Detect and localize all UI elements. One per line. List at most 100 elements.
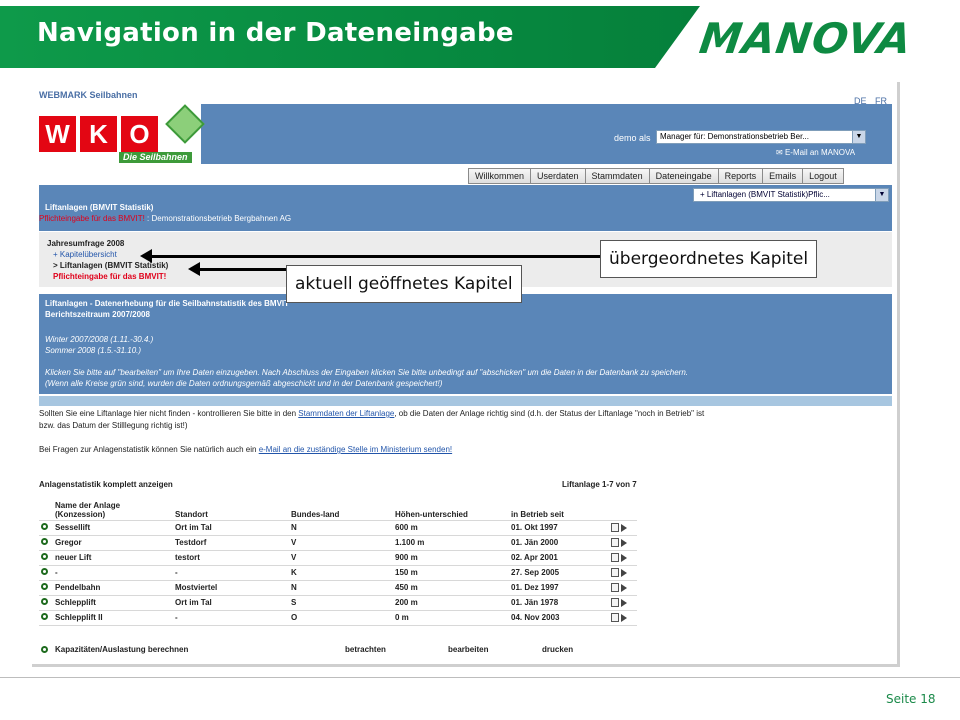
table-cell: N [289, 520, 393, 536]
email-manova-link[interactable]: ✉ E-Mail an MANOVA [776, 148, 855, 157]
email-link-label: E-Mail an MANOVA [784, 148, 856, 157]
status-dot-icon [39, 610, 53, 626]
print-link[interactable]: drucken [542, 645, 573, 654]
table-row[interactable]: Sessellift Ort im Tal N 600 m 01. Okt 1997 [39, 520, 637, 536]
table-cell: 01. Jän 2000 [509, 535, 609, 551]
document-icon[interactable] [611, 523, 619, 533]
play-icon[interactable] [621, 538, 627, 547]
capacity-row: Kapazitäten/Auslastung berechnen betrach… [39, 644, 637, 658]
col-betrieb: in Betrieb seit [509, 494, 609, 521]
document-icon[interactable] [611, 538, 619, 548]
view-link[interactable]: betrachten [345, 645, 386, 654]
mail-icon: ✉ [776, 148, 785, 157]
tab-stammdaten[interactable]: Stammdaten [584, 168, 650, 184]
arrow-left-icon [140, 249, 152, 263]
table-body: Sessellift Ort im Tal N 600 m 01. Okt 1997 Gr… [39, 520, 637, 626]
col-hoehe: Höhen-unterschied [393, 494, 509, 521]
status-dot-icon [39, 580, 53, 596]
document-icon[interactable] [611, 568, 619, 578]
company-name: : Demonstrationsbetrieb Bergbahnen AG [144, 214, 292, 223]
chevron-down-icon: ▼ [852, 131, 865, 143]
table-row[interactable]: Pendelbahn Mostviertel N 450 m 01. Dez 1997 [39, 580, 637, 596]
play-icon[interactable] [621, 583, 627, 592]
demo-select-value: Manager für: Demonstrationsbetrieb Ber..… [660, 132, 809, 141]
table-cell: V [289, 535, 393, 551]
table-row[interactable]: - - K 150 m 27. Sep 2005 [39, 565, 637, 581]
contact-paragraph: Bei Fragen zur Anlagenstatistik können S… [39, 445, 452, 454]
table-cell: Gregor [53, 535, 173, 551]
required-input-note: Pflichteingabe für das BMVIT! [53, 272, 167, 281]
table-cell: Schlepplift [53, 595, 173, 611]
edit-link[interactable]: bearbeiten [448, 645, 488, 654]
current-chapter-callout: aktuell geöffnetes Kapitel [286, 265, 522, 303]
wko-letter-o: O [121, 116, 158, 152]
table-cell: 01. Jän 1978 [509, 595, 609, 611]
pflicht-line: Pflichteingabe für das BMVIT! : Demonstr… [39, 214, 291, 223]
table-cell: 02. Apr 2001 [509, 550, 609, 566]
app-header: W K O Die Seilbahnen demo als Manager fü… [39, 104, 892, 164]
row-actions [609, 580, 637, 596]
status-dot-icon [39, 565, 53, 581]
table-cell: 200 m [393, 595, 509, 611]
col-name: Name der Anlage (Konzession) [53, 494, 173, 521]
app-screenshot: WEBMARK Seilbahnen DE FR W K O Die Seilb… [32, 82, 900, 667]
show-all-stats-link[interactable]: Anlagenstatistik komplett anzeigen [39, 480, 173, 489]
status-dot-icon [39, 595, 53, 611]
table-cell: Ort im Tal [173, 520, 289, 536]
row-actions [609, 535, 637, 551]
tab-emails[interactable]: Emails [762, 168, 804, 184]
chapter-overview-link[interactable]: + Kapitelübersicht [53, 250, 117, 259]
capacity-label: Kapazitäten/Auslastung berechnen [55, 645, 189, 654]
table-row[interactable]: Schlepplift II - O 0 m 04. Nov 2003 [39, 610, 637, 626]
pflicht-warning: Pflichteingabe für das BMVIT! [39, 214, 145, 223]
table-cell: - [53, 565, 173, 581]
table-cell: 900 m [393, 550, 509, 566]
document-icon[interactable] [611, 598, 619, 608]
main-nav: Willkommen Userdaten Stammdaten Datenein… [468, 168, 844, 184]
table-cell: Ort im Tal [173, 595, 289, 611]
brand-logo: MANOVA [696, 14, 916, 63]
table-row[interactable]: Gregor Testdorf V 1.100 m 01. Jän 2000 [39, 535, 637, 551]
slide-header: Navigation in der Dateneingabe MANOVA [0, 0, 960, 70]
play-icon[interactable] [621, 568, 627, 577]
document-icon[interactable] [611, 583, 619, 593]
winter-period: Winter 2007/2008 (1.11.-30.4.) [45, 335, 154, 344]
hint-paragraph-2: bzw. das Datum der Stilllegung richtig i… [39, 421, 188, 430]
play-icon[interactable] [621, 598, 627, 607]
row-actions [609, 550, 637, 566]
info-subtitle: Berichtszeitraum 2007/2008 [45, 310, 150, 319]
document-icon[interactable] [611, 553, 619, 563]
tab-userdaten[interactable]: Userdaten [530, 168, 586, 184]
wko-letter-k: K [80, 116, 117, 152]
play-icon[interactable] [621, 523, 627, 532]
stammdaten-link[interactable]: Stammdaten der Liftanlage [298, 409, 394, 418]
play-icon[interactable] [621, 613, 627, 622]
arrow-left-icon [188, 262, 200, 276]
wko-letter-w: W [39, 116, 76, 152]
table-cell: N [289, 580, 393, 596]
chapter-bar: + Liftanlagen (BMVIT Statistik)Pflic... … [39, 185, 892, 231]
lifts-table: Name der Anlage (Konzession) Standort Bu… [39, 494, 637, 626]
pagination-count: Liftanlage 1-7 von 7 [562, 480, 637, 489]
table-cell: neuer Lift [53, 550, 173, 566]
demo-user-select[interactable]: Manager für: Demonstrationsbetrieb Ber..… [656, 130, 866, 144]
info-panel: Liftanlagen - Datenerhebung für die Seil… [39, 294, 892, 394]
tab-dateneingabe[interactable]: Dateneingabe [648, 168, 719, 184]
tab-logout[interactable]: Logout [802, 168, 844, 184]
hint-text: Sollten Sie eine Liftanlage hier nicht f… [39, 409, 299, 418]
table-cell: 0 m [393, 610, 509, 626]
chapter-select[interactable]: + Liftanlagen (BMVIT Statistik)Pflic... … [693, 188, 889, 202]
table-cell: Mostviertel [173, 580, 289, 596]
tab-reports[interactable]: Reports [717, 168, 764, 184]
document-icon[interactable] [611, 613, 619, 623]
row-actions [609, 595, 637, 611]
play-icon[interactable] [621, 553, 627, 562]
info-title: Liftanlagen - Datenerhebung für die Seil… [45, 299, 290, 308]
ministry-email-link[interactable]: e-Mail an die zuständige Stelle im Minis… [259, 445, 452, 454]
table-cell: 450 m [393, 580, 509, 596]
table-row[interactable]: Schlepplift Ort im Tal S 200 m 01. Jän 1978 [39, 595, 637, 611]
table-row[interactable]: neuer Lift testort V 900 m 02. Apr 2001 [39, 550, 637, 566]
info-instructions: Klicken Sie bitte auf "bearbeiten" um Ih… [45, 368, 689, 377]
wko-diamond-icon [165, 104, 205, 144]
tab-willkommen[interactable]: Willkommen [468, 168, 532, 184]
